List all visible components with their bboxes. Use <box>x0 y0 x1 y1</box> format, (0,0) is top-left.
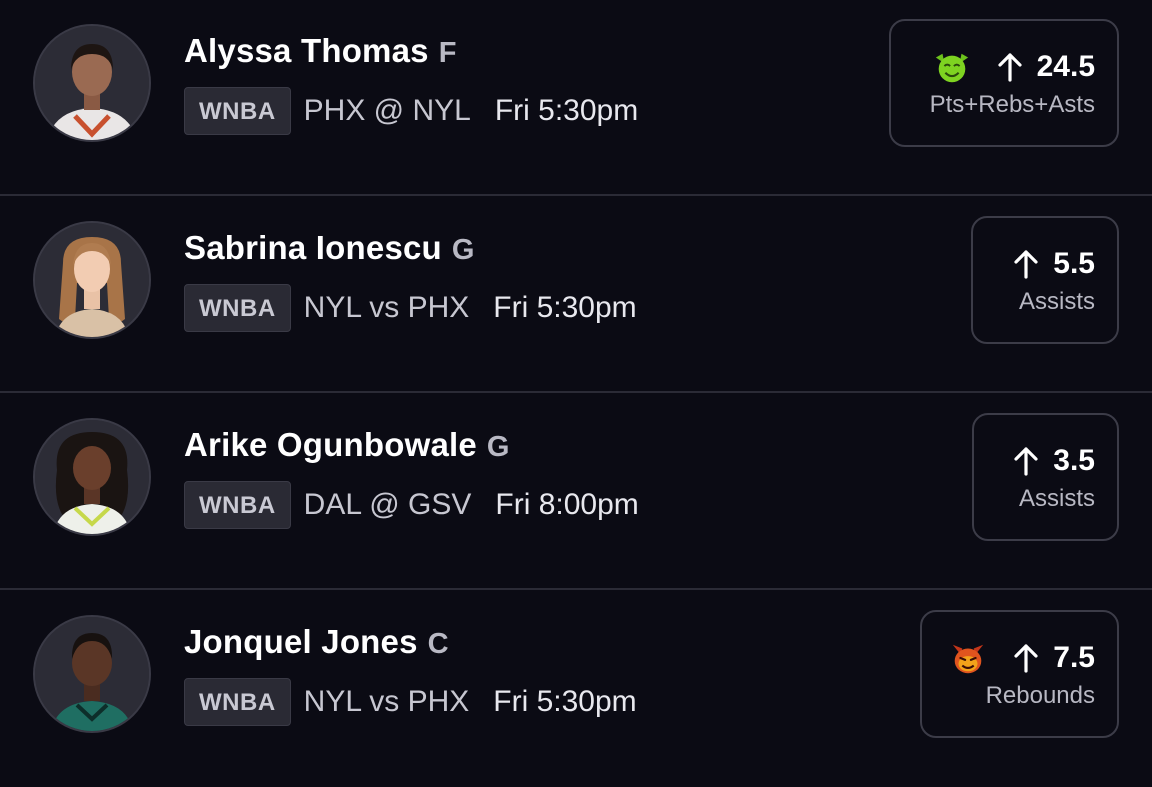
game-info: WNBA NYL vs PHX Fri 5:30pm <box>184 678 637 726</box>
up-arrow-icon <box>1014 250 1038 279</box>
player-avatar <box>33 24 151 142</box>
game-info: WNBA NYL vs PHX Fri 5:30pm <box>184 284 637 332</box>
game-info: WNBA DAL @ GSV Fri 8:00pm <box>184 481 639 529</box>
row-divider <box>0 391 1152 393</box>
player-prop-list: Alyssa Thomas F WNBA PHX @ NYL Fri 5:30pm <box>0 0 1152 766</box>
prop-stat-label: Pts+Rebs+Asts <box>929 91 1095 118</box>
row-divider <box>0 194 1152 196</box>
prop-card[interactable]: 7.5 Rebounds <box>920 610 1119 738</box>
row-divider <box>0 588 1152 590</box>
prop-line-row: 24.5 <box>933 47 1095 87</box>
prop-stat-label: Assists <box>1018 288 1095 315</box>
matchup: NYL vs PHX <box>303 291 470 324</box>
game-time: Fri 5:30pm <box>493 685 637 718</box>
player-name: Alyssa Thomas <box>184 32 429 69</box>
demon-icon <box>953 644 984 674</box>
player-name-line: Jonquel Jones C <box>184 623 449 661</box>
player-row[interactable]: Arike Ogunbowale G WNBA DAL @ GSV Fri 8:0… <box>0 394 1152 590</box>
game-time: Fri 5:30pm <box>494 94 639 127</box>
game-info: WNBA PHX @ NYL Fri 5:30pm <box>184 87 638 135</box>
prop-card[interactable]: 24.5 Pts+Rebs+Asts <box>889 19 1119 147</box>
prop-line-row: 5.5 <box>1013 244 1095 284</box>
up-arrow-icon <box>1014 447 1038 476</box>
player-position: G <box>451 234 475 266</box>
matchup: PHX @ NYL <box>303 94 471 127</box>
league-badge: WNBA <box>184 87 291 135</box>
player-name-line: Alyssa Thomas F <box>184 32 457 70</box>
prop-card[interactable]: 5.5 Assists <box>971 216 1119 344</box>
player-row[interactable]: Jonquel Jones C WNBA NYL vs PHX Fri 5:30p… <box>0 591 1152 787</box>
league-badge: WNBA <box>184 481 291 529</box>
prop-line-row: 3.5 <box>1013 441 1095 481</box>
player-name: Arike Ogunbowale <box>184 426 477 463</box>
game-time: Fri 5:30pm <box>493 291 637 324</box>
player-name-line: Arike Ogunbowale G <box>184 426 510 464</box>
player-avatar <box>33 615 151 733</box>
prop-stat-label: Assists <box>1018 485 1095 512</box>
matchup: NYL vs PHX <box>303 685 470 718</box>
prop-line-value: 7.5 <box>1053 641 1095 674</box>
player-name-line: Sabrina Ionescu G <box>184 229 475 267</box>
player-avatar <box>33 418 151 536</box>
player-row[interactable]: Sabrina Ionescu G WNBA NYL vs PHX Fri 5:3… <box>0 197 1152 393</box>
prop-stat-label: Rebounds <box>985 682 1095 709</box>
game-time: Fri 8:00pm <box>495 488 639 521</box>
player-avatar <box>33 221 151 339</box>
up-arrow-icon <box>1014 644 1038 673</box>
goblin-icon <box>935 53 968 83</box>
player-position: G <box>486 431 510 463</box>
player-name: Sabrina Ionescu <box>184 229 442 266</box>
prop-line-row: 7.5 <box>949 638 1095 678</box>
league-badge: WNBA <box>184 284 291 332</box>
prop-line-value: 3.5 <box>1053 444 1095 477</box>
prop-line-value: 24.5 <box>1036 50 1095 83</box>
player-position: F <box>438 37 457 69</box>
matchup: DAL @ GSV <box>303 488 472 521</box>
player-row[interactable]: Alyssa Thomas F WNBA PHX @ NYL Fri 5:30pm <box>0 0 1152 196</box>
player-position: C <box>427 628 449 660</box>
up-arrow-icon <box>998 53 1022 82</box>
prop-card[interactable]: 3.5 Assists <box>972 413 1119 541</box>
prop-line-value: 5.5 <box>1053 247 1095 280</box>
league-badge: WNBA <box>184 678 291 726</box>
player-name: Jonquel Jones <box>184 623 418 660</box>
